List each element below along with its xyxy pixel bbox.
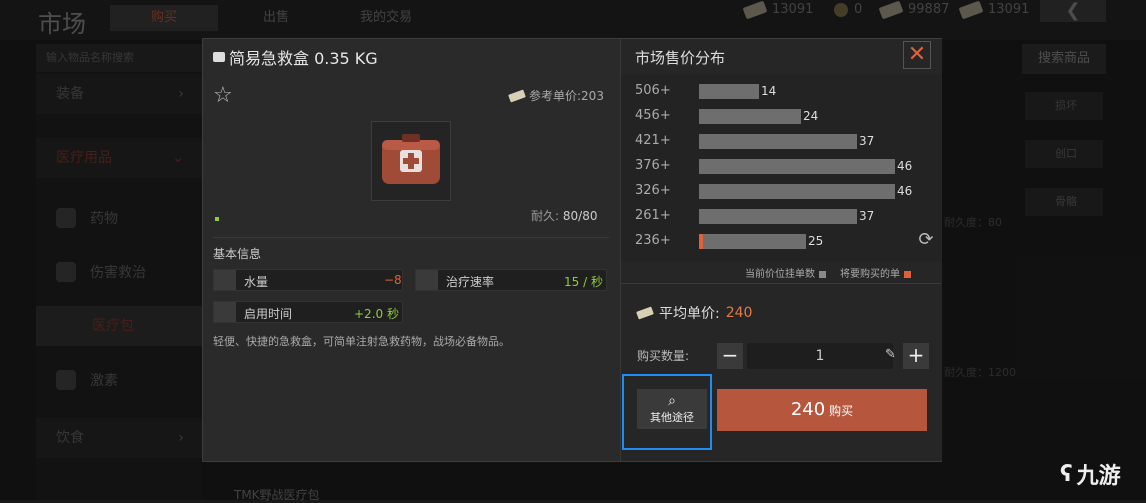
count-label: 46 (897, 184, 913, 198)
distribution-bar (699, 184, 895, 199)
stat-hydration: 水量 −8 (213, 269, 403, 291)
reference-price: 参考单价:203 (508, 87, 604, 104)
distribution-bar (699, 159, 895, 174)
legend-swatch-buy (904, 270, 911, 278)
buy-button[interactable]: 240 购买 (717, 389, 927, 431)
item-image (371, 121, 451, 201)
water-drop-icon (214, 270, 236, 290)
item-description: 轻便、快捷的急救盒，可简单注射急救药物，战场必备物品。 (213, 335, 510, 348)
distribution-row: 261+ 37 (621, 205, 941, 227)
highlight-box (622, 374, 712, 450)
purchase-dialog: 简易急救盒 0.35 KG ☆ 参考单价:203 耐久: 80/80 基本信息 … (202, 38, 942, 462)
increase-button[interactable]: + (903, 343, 929, 369)
price-label: 506+ (635, 83, 671, 98)
heart-plus-icon (416, 270, 438, 290)
legend-buy: 将要购买的单 (840, 265, 911, 280)
count-label: 25 (808, 234, 824, 248)
count-label: 37 (859, 209, 875, 223)
watermark: ʕ 九游 (1060, 461, 1121, 490)
bag-icon (213, 52, 225, 62)
item-title: 简易急救盒 0.35 KG (213, 45, 378, 69)
distribution-bar (699, 134, 857, 149)
favorite-star-icon[interactable]: ☆ (213, 83, 233, 108)
pencil-icon[interactable]: ✎ (885, 347, 896, 362)
count-label: 14 (761, 84, 777, 98)
stat-use-time: 启用时间 +2.0 秒 (213, 301, 403, 323)
price-label: 326+ (635, 183, 671, 198)
count-label: 46 (897, 159, 913, 173)
quantity-input[interactable]: 1 (747, 343, 893, 369)
distribution-bar (699, 209, 857, 224)
quality-indicator (215, 217, 219, 221)
distribution-bar (699, 234, 806, 249)
item-detail-pane: 简易急救盒 0.35 KG ☆ 参考单价:203 耐久: 80/80 基本信息 … (203, 39, 619, 461)
distribution-row: 421+ 37 (621, 130, 941, 152)
cash-icon (636, 306, 654, 320)
price-label: 236+ (635, 233, 671, 248)
distribution-row: 506+ 14 (621, 80, 941, 102)
distribution-row: 376+ 46 (621, 155, 941, 177)
close-icon: ✕ (907, 42, 927, 67)
decrease-button[interactable]: − (717, 343, 743, 369)
divider (213, 237, 609, 238)
price-label: 456+ (635, 108, 671, 123)
logo-icon: ʕ (1060, 461, 1073, 487)
count-label: 37 (859, 134, 875, 148)
basic-info-title: 基本信息 (213, 247, 262, 261)
divider (621, 283, 941, 284)
durability: 耐久: 80/80 (531, 209, 598, 223)
quantity-label: 购买数量: (637, 349, 690, 363)
buy-marker (699, 234, 703, 249)
distribution-row: 236+ 25 (621, 230, 941, 252)
price-label: 376+ (635, 158, 671, 173)
market-title: 市场售价分布 (635, 49, 726, 67)
price-label: 421+ (635, 133, 671, 148)
stat-heal-rate: 治疗速率 15 / 秒 (415, 269, 607, 291)
refresh-icon[interactable]: ⟳ (915, 229, 937, 251)
legend-current: 当前价位挂单数 (745, 265, 826, 280)
close-button[interactable]: ✕ (903, 41, 931, 69)
cash-icon (508, 89, 526, 102)
hourglass-icon (214, 302, 236, 322)
quantity-stepper: − 1 ✎ + (717, 343, 929, 369)
distribution-bar (699, 109, 801, 124)
chart-legend: 当前价位挂单数 将要购买的单 (745, 265, 911, 280)
count-label: 24 (803, 109, 819, 123)
distribution-row: 326+ 46 (621, 180, 941, 202)
average-price: 平均单价: 240 (636, 303, 752, 323)
distribution-bar (699, 84, 759, 99)
legend-swatch-current (819, 270, 826, 278)
price-label: 261+ (635, 208, 671, 223)
distribution-row: 456+ 24 (621, 105, 941, 127)
